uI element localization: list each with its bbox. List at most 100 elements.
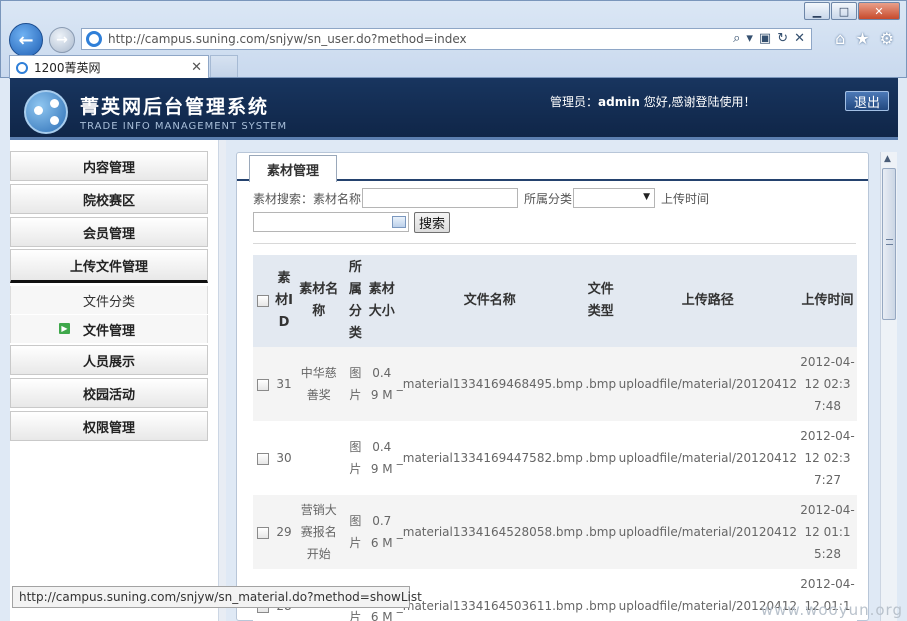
col-header-filename: 文件名称: [395, 255, 584, 347]
cell-name: 中华慈善奖: [294, 347, 343, 421]
row-select-cell: [253, 421, 274, 495]
row-checkbox[interactable]: [257, 378, 270, 391]
category-select[interactable]: ▼: [573, 188, 656, 208]
row-checkbox[interactable]: [257, 452, 270, 465]
maximize-icon[interactable]: □: [831, 2, 857, 20]
cell-time: 2012-04-12 01:15:28: [798, 495, 857, 569]
col-header-id: 素材ID: [273, 255, 295, 347]
category-label: 所属分类: [524, 191, 573, 206]
col-header-category: 所属分类: [342, 255, 368, 347]
window-controls: ▁ □ ✕: [803, 2, 900, 20]
col-header-filetype: 文件类型: [583, 255, 618, 347]
col-header-size: 素材大小: [367, 255, 396, 347]
cell-time: 2012-04-12 02:37:48: [798, 347, 857, 421]
vertical-scrollbar[interactable]: ▲: [880, 152, 897, 621]
cell-time: 2012-04-12 02:37:27: [798, 421, 857, 495]
sidebar-sub-file-category[interactable]: 文件分类: [10, 286, 208, 314]
scrollbar-thumb[interactable]: [882, 168, 896, 320]
chevron-down-icon: ▼: [643, 192, 651, 202]
cell-path: uploadfile/material/20120412: [617, 495, 798, 569]
cell-filetype: .bmp: [583, 347, 618, 421]
main-panel: 素材管理 素材搜索： 素材名称 所属分类 ▼ 上传时间 搜索 素材ID 素材名称…: [236, 152, 869, 621]
sidebar-item-permissions[interactable]: 权限管理: [10, 411, 208, 441]
cell-filename: _material1334164528058.bmp: [395, 495, 584, 569]
sidebar-item-activities[interactable]: 校园活动: [10, 378, 208, 408]
favorites-star-icon[interactable]: ★: [855, 29, 869, 48]
cell-id: 31: [273, 347, 295, 421]
cell-filename: _material1334164503611.bmp: [395, 569, 584, 621]
table-header-row: 素材ID 素材名称 所属分类 素材大小 文件名称 文件类型 上传路径 上传时间: [253, 255, 857, 347]
search-form: 素材搜索： 素材名称 所属分类 ▼ 上传时间 搜索: [253, 187, 858, 233]
cell-name: [294, 421, 343, 495]
main-tabbar: 素材管理: [237, 153, 868, 182]
search-button[interactable]: 搜索: [414, 211, 451, 233]
ie-tab-icon: [16, 61, 28, 74]
arrow-right-icon: →: [56, 32, 68, 48]
address-url[interactable]: http://campus.suning.com/snjyw/sn_user.d…: [108, 32, 467, 46]
sidebar: 内容管理 院校赛区 会员管理 上传文件管理 文件分类 ▶ 文件管理 人员展示 校…: [10, 140, 226, 621]
tab-close-icon[interactable]: ✕: [191, 60, 202, 75]
tab-material-manage[interactable]: 素材管理: [249, 155, 337, 182]
grip-icon: [886, 239, 893, 245]
calendar-icon[interactable]: [392, 216, 406, 228]
name-label: 素材名称: [313, 191, 362, 206]
sidebar-item-content[interactable]: 内容管理: [10, 151, 208, 181]
cell-filetype: .bmp: [583, 495, 618, 569]
col-header-path: 上传路径: [617, 255, 798, 347]
cell-filename: _material1334169447582.bmp: [395, 421, 584, 495]
minimize-icon[interactable]: ▁: [804, 2, 830, 20]
search-prefix: 素材搜索：: [253, 191, 314, 206]
tab-title: 1200菁英网: [34, 61, 101, 75]
table-row: 29 营销大赛报名开始 图片 0.76 M _material133416452…: [253, 495, 857, 569]
address-bar[interactable]: http://campus.suning.com/snjyw/sn_user.d…: [81, 28, 812, 50]
cell-name: 营销大赛报名开始: [294, 495, 343, 569]
sidebar-item-people[interactable]: 人员展示: [10, 345, 208, 375]
sidebar-item-members[interactable]: 会员管理: [10, 217, 208, 247]
new-tab-button[interactable]: [210, 55, 238, 77]
ie-icon: [86, 31, 102, 47]
home-icon[interactable]: ⌂: [835, 29, 845, 48]
admin-name: admin: [598, 95, 640, 109]
select-all-checkbox[interactable]: [257, 294, 270, 307]
dropdown-icon[interactable]: ▾: [746, 31, 753, 46]
greeting: 管理员：admin 您好,感谢登陆使用！: [550, 93, 756, 110]
upload-time-input[interactable]: [253, 212, 409, 232]
arrow-left-icon: ←: [18, 29, 34, 51]
forward-button[interactable]: →: [49, 27, 75, 53]
cell-filetype: .bmp: [583, 421, 618, 495]
cell-filetype: .bmp: [583, 569, 618, 621]
close-window-icon[interactable]: ✕: [858, 2, 900, 20]
sidebar-sub-file-manage-label: 文件管理: [82, 323, 135, 339]
col-header-time: 上传时间: [798, 255, 857, 347]
compatibility-icon[interactable]: ▣: [759, 31, 771, 46]
upload-time-label: 上传时间: [661, 191, 710, 206]
table-row: 30 图片 0.49 M _material1334169447582.bmp …: [253, 421, 857, 495]
cell-path: uploadfile/material/20120412: [617, 347, 798, 421]
search-icon[interactable]: ⌕: [733, 31, 740, 46]
sidebar-sub-file-manage[interactable]: ▶ 文件管理: [10, 315, 208, 343]
play-arrow-icon: ▶: [59, 323, 70, 334]
browser-chrome: ▁ □ ✕ ← → http://campus.suning.com/snjyw…: [0, 0, 907, 79]
browser-toolbar: ⌂ ★ ⚙: [835, 29, 894, 48]
cell-id: 30: [273, 421, 295, 495]
sidebar-divider: [218, 140, 226, 621]
sidebar-item-campus[interactable]: 院校赛区: [10, 184, 208, 214]
back-button[interactable]: ←: [9, 23, 43, 57]
col-header-name: 素材名称: [294, 255, 343, 347]
cell-category: 图片: [342, 347, 368, 421]
row-checkbox[interactable]: [257, 526, 270, 539]
cell-size: 0.49 M: [367, 347, 396, 421]
divider: [253, 243, 856, 244]
scroll-up-icon[interactable]: ▲: [884, 154, 891, 164]
greeting-prefix: 管理员：: [550, 95, 599, 109]
logout-button[interactable]: 退出: [845, 91, 889, 111]
material-name-input[interactable]: [362, 188, 519, 208]
status-url-tooltip: http://campus.suning.com/snjyw/sn_materi…: [12, 586, 422, 608]
sidebar-item-uploads[interactable]: 上传文件管理: [10, 249, 208, 283]
refresh-icon[interactable]: ↻: [777, 31, 788, 46]
browser-tab[interactable]: 1200菁英网 ✕: [9, 55, 209, 79]
cell-id: 29: [273, 495, 295, 569]
cell-path: uploadfile/material/20120412: [617, 421, 798, 495]
stop-icon[interactable]: ✕: [794, 31, 805, 46]
gear-icon[interactable]: ⚙: [880, 29, 894, 48]
